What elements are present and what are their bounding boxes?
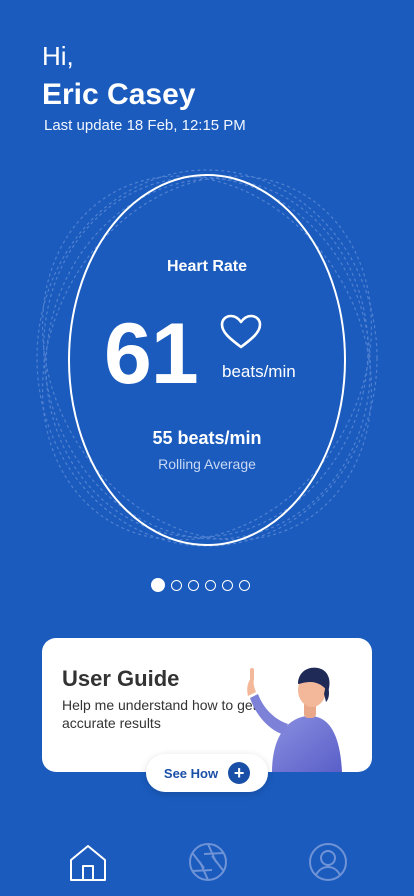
greeting-text: Hi, bbox=[42, 41, 74, 71]
page-dot[interactable] bbox=[151, 578, 165, 592]
heart-rate-ring bbox=[68, 174, 346, 546]
profile-icon[interactable] bbox=[306, 840, 350, 884]
page-dot[interactable] bbox=[188, 579, 199, 591]
see-how-button[interactable]: See How + bbox=[146, 754, 268, 792]
plus-icon: + bbox=[228, 762, 251, 784]
camera-aperture-icon[interactable] bbox=[186, 840, 230, 884]
last-update-text: Last update 18 Feb, 12:15 PM bbox=[44, 117, 246, 134]
home-icon[interactable] bbox=[66, 840, 110, 884]
page-dot[interactable] bbox=[222, 579, 233, 591]
heart-rate-rings bbox=[36, 169, 378, 547]
user-name: Eric Casey bbox=[42, 78, 196, 111]
bottom-navigation bbox=[0, 836, 414, 896]
page-indicator bbox=[151, 578, 250, 592]
see-how-label: See How bbox=[163, 765, 219, 781]
user-guide-title: User Guide bbox=[62, 666, 180, 691]
page-dot[interactable] bbox=[171, 579, 182, 591]
user-guide-card[interactable]: User Guide Help me understand how to get… bbox=[42, 638, 372, 772]
page-dot[interactable] bbox=[239, 579, 250, 591]
person-pointing-illustration bbox=[247, 667, 342, 772]
page-dot[interactable] bbox=[205, 579, 216, 591]
user-guide-description: Help me understand how to get accurate r… bbox=[62, 697, 257, 731]
